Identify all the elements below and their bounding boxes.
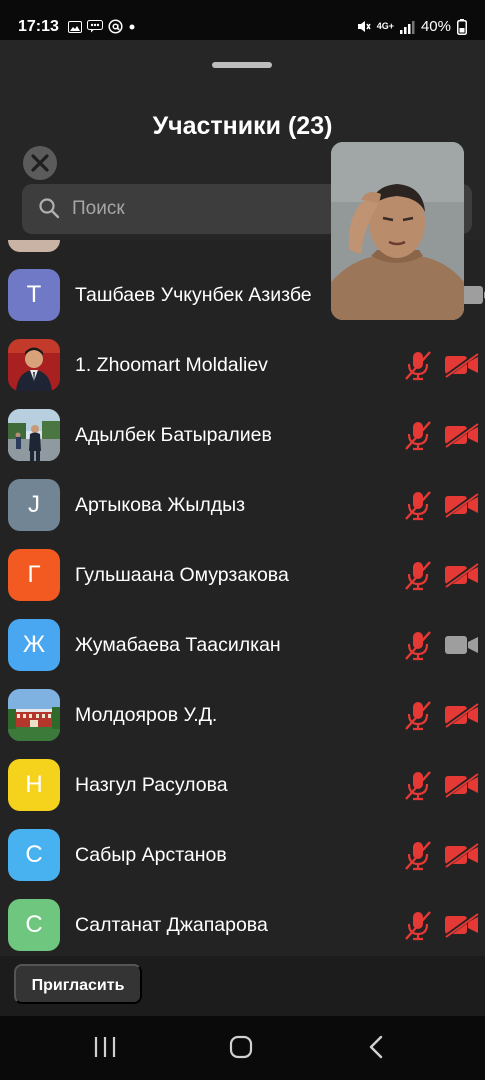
profile-photo — [8, 339, 60, 391]
mic-muted-icon[interactable] — [402, 559, 434, 591]
mic-muted-icon[interactable] — [402, 419, 434, 451]
participant-name: Молдояров У.Д. — [75, 704, 218, 726]
dot-icon — [129, 24, 135, 29]
participant-row[interactable]: 1. Zhoomart Moldaliev — [0, 330, 485, 400]
avatar-initial: Ж — [22, 631, 46, 658]
avatar: С — [8, 899, 60, 951]
camera-off-icon[interactable] — [444, 422, 480, 448]
search-icon — [39, 198, 60, 219]
participant-name: Сабыр Арстанов — [75, 844, 227, 866]
participant-name: Артыкова Жылдыз — [75, 494, 246, 516]
chat-icon — [87, 20, 103, 33]
participant-row[interactable]: Адылбек Батыралиев — [0, 400, 485, 470]
mic-muted-icon[interactable] — [402, 769, 434, 801]
mic-muted-icon[interactable] — [402, 629, 434, 661]
recent-apps-icon[interactable] — [93, 1036, 117, 1058]
participant-row[interactable]: Молдояров У.Д. — [0, 680, 485, 750]
avatar: С — [8, 829, 60, 881]
camera-off-icon[interactable] — [444, 912, 480, 938]
self-video-preview[interactable] — [331, 142, 464, 320]
partial-avatar — [8, 240, 60, 252]
camera-off-icon[interactable] — [444, 492, 480, 518]
drag-handle[interactable] — [212, 62, 272, 68]
avatar: Н — [8, 759, 60, 811]
avatar-initial: Н — [25, 771, 43, 798]
participant-name: Жумабаева Таасилкан — [75, 634, 281, 656]
video-frame — [331, 142, 464, 320]
invite-button[interactable]: Пригласить — [14, 964, 142, 1004]
participant-row[interactable]: Н Назгул Расулова — [0, 750, 485, 820]
mic-muted-icon[interactable] — [402, 909, 434, 941]
home-icon[interactable] — [229, 1035, 253, 1059]
profile-photo — [8, 409, 60, 461]
participant-row[interactable]: Г Гульшаана Омурзакова — [0, 540, 485, 610]
avatar — [8, 339, 60, 391]
avatar: Ж — [8, 619, 60, 671]
mic-muted-icon[interactable] — [402, 349, 434, 381]
mic-muted-icon[interactable] — [402, 839, 434, 871]
participant-name: Назгул Расулова — [75, 774, 228, 796]
avatar-initial: Т — [26, 281, 42, 308]
avatar: Т — [8, 269, 60, 321]
avatar — [8, 409, 60, 461]
avatar: J — [8, 479, 60, 531]
system-nav-bar — [0, 1016, 485, 1080]
mic-muted-icon[interactable] — [402, 489, 434, 521]
participant-row[interactable]: J Артыкова Жылдыз — [0, 470, 485, 540]
avatar — [8, 689, 60, 741]
participant-name: 1. Zhoomart Moldaliev — [75, 354, 268, 376]
avatar-initial: J — [28, 491, 40, 518]
at-icon — [108, 19, 123, 34]
profile-photo — [8, 689, 60, 741]
participant-name: Адылбек Батыралиев — [75, 424, 272, 446]
status-right: 4G+ 40% — [356, 18, 467, 35]
participant-row[interactable]: С Салтанат Джапарова — [0, 890, 485, 956]
gallery-icon — [68, 20, 82, 33]
participant-list[interactable]: Т Ташбаев Учкунбек Азизбе 1. Zhoomart Mo… — [0, 240, 485, 956]
camera-off-icon[interactable] — [444, 562, 480, 588]
camera-off-icon[interactable] — [444, 842, 480, 868]
participant-name: Гульшаана Омурзакова — [75, 564, 289, 586]
camera-off-icon[interactable] — [444, 772, 480, 798]
participant-row[interactable]: С Сабыр Арстанов — [0, 820, 485, 890]
battery-icon — [457, 18, 467, 35]
camera-off-icon[interactable] — [444, 702, 480, 728]
network-type: 4G+ — [376, 21, 394, 31]
avatar-initial: Г — [27, 561, 41, 588]
participant-name: Ташбаев Учкунбек Азизбе — [75, 284, 312, 306]
status-time: 17:13 — [18, 18, 59, 35]
mic-muted-icon[interactable] — [402, 699, 434, 731]
camera-off-icon[interactable] — [444, 352, 480, 378]
participant-name: Салтанат Джапарова — [75, 914, 268, 936]
avatar: Г — [8, 549, 60, 601]
back-icon[interactable] — [368, 1035, 384, 1059]
avatar-initial: С — [25, 841, 43, 868]
close-icon — [31, 154, 49, 172]
avatar-initial: С — [25, 911, 43, 938]
notification-icons — [68, 19, 136, 34]
battery-percent: 40% — [420, 18, 451, 35]
camera-on-icon[interactable] — [444, 632, 480, 658]
page-title: Участники (23) — [152, 112, 333, 140]
status-bar: 17:13 4G+ 40% — [0, 0, 485, 40]
signal-icon — [399, 20, 415, 34]
search-input[interactable] — [72, 196, 332, 222]
close-button[interactable] — [23, 146, 57, 180]
bottom-bar: Пригласить — [0, 956, 485, 1016]
mute-ringer-icon — [357, 21, 371, 32]
participant-row[interactable]: Ж Жумабаева Таасилкан — [0, 610, 485, 680]
